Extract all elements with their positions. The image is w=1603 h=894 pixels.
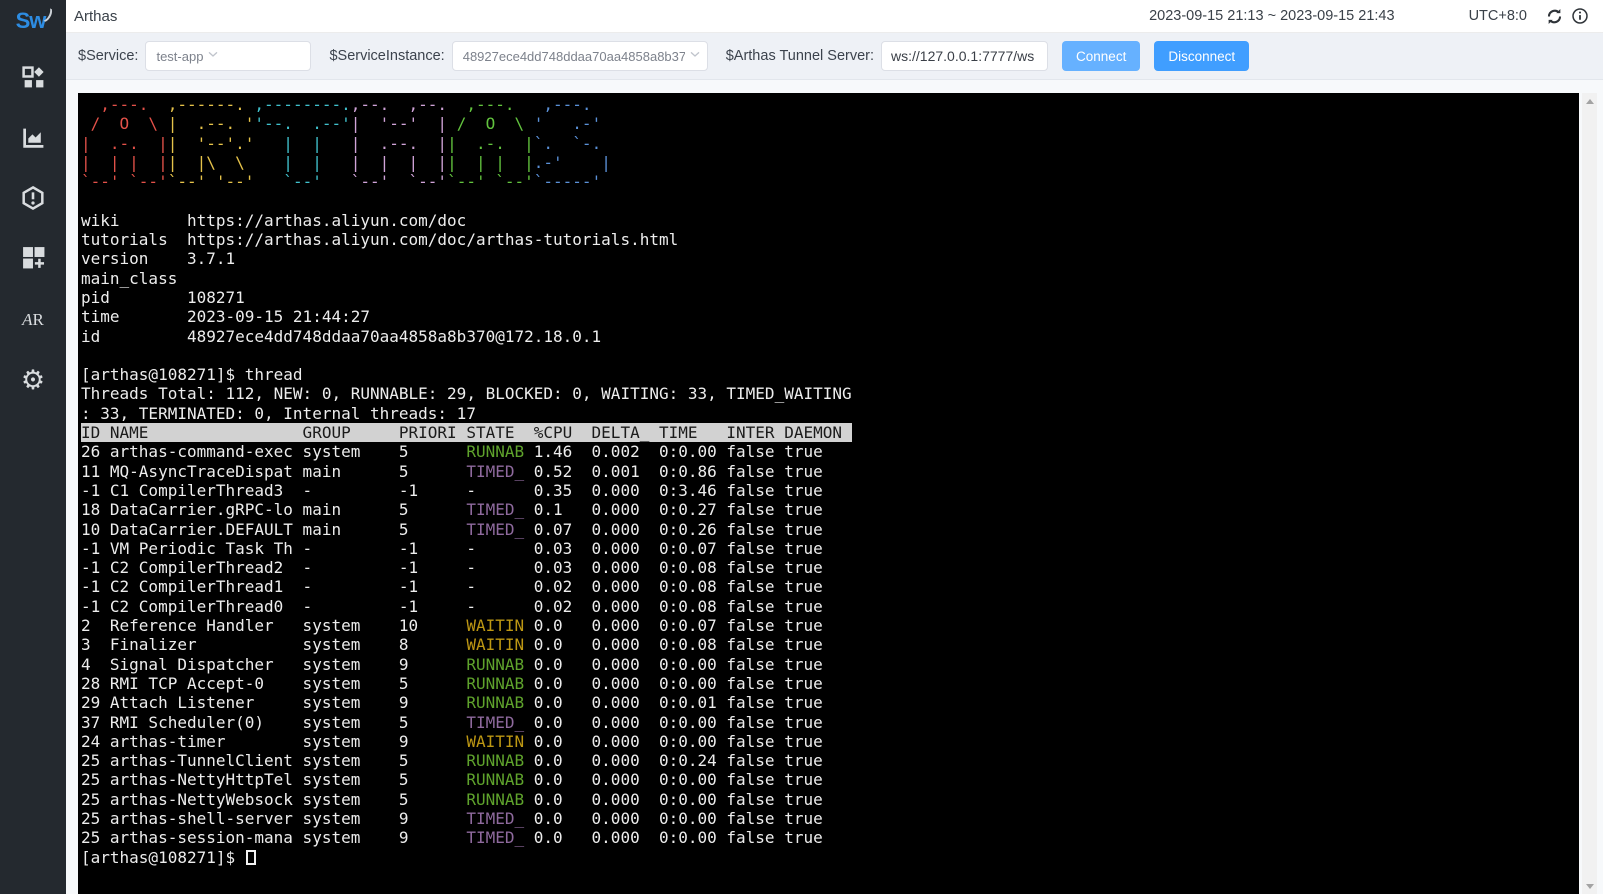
terminal-line: [arthas@108271]$	[81, 848, 1579, 867]
settings-gear-icon: ⚙	[21, 367, 45, 394]
service-instance-label: $ServiceInstance:	[329, 48, 444, 64]
terminal-line	[81, 346, 1579, 365]
terminal-line: | .-. || '--'.' | | | .--. || .-. |`. `-…	[81, 134, 1579, 153]
terminal-line: -1 VM Periodic Task Th - -1 - 0.03 0.000…	[81, 539, 1579, 558]
sidebar-nav: AR ⚙	[19, 66, 47, 394]
disconnect-button[interactable]: Disconnect	[1154, 41, 1249, 71]
service-instance-select[interactable]: 48927ece4dd748ddaa70aa4858a8b370(	[452, 41, 708, 71]
terminal-line: Threads Total: 112, NEW: 0, RUNNABLE: 29…	[81, 384, 1579, 403]
terminal-line: pid 108271	[81, 288, 1579, 307]
timezone-selector[interactable]: UTC+8:0	[1469, 8, 1527, 24]
header-right-group: 2023-09-15 21:13 ~ 2023-09-15 21:43 UTC+…	[1149, 7, 1589, 26]
service-label: $Service:	[78, 48, 138, 64]
terminal-line: main_class	[81, 269, 1579, 288]
content-area: ,---. ,------. ,--------.,--. ,--. ,---.…	[66, 80, 1603, 894]
terminal-line: id 48927ece4dd748ddaa70aa4858a8b370@172.…	[81, 327, 1579, 346]
sidebar-item-arthas[interactable]: AR	[19, 306, 47, 334]
chevron-down-icon	[205, 46, 221, 67]
connect-button[interactable]: Connect	[1062, 41, 1140, 71]
sidebar-item-alerting[interactable]	[19, 186, 47, 214]
terminal-line	[81, 191, 1579, 210]
sidebar-item-marketplace[interactable]	[19, 246, 47, 274]
terminal-line: 3 Finalizer system 8 WAITIN 0.0 0.000 0:…	[81, 635, 1579, 654]
page-title: Arthas	[74, 8, 117, 25]
arthas-icon: AR	[22, 310, 44, 330]
terminal-line: time 2023-09-15 21:44:27	[81, 307, 1579, 326]
terminal-line: ,---. ,------. ,--------.,--. ,--. ,---.…	[81, 95, 1579, 114]
terminal-line: -1 C1 CompilerThread3 - -1 - 0.35 0.000 …	[81, 481, 1579, 500]
terminal-line: : 33, TERMINATED: 0, Internal threads: 1…	[81, 404, 1579, 423]
terminal-line: version 3.7.1	[81, 249, 1579, 268]
dashboards-icon	[21, 65, 46, 95]
logo-text: Sw	[16, 8, 46, 34]
terminal-line: 24 arthas-timer system 9 WAITIN 0.0 0.00…	[81, 732, 1579, 751]
terminal-line: 26 arthas-command-exec system 5 RUNNAB 1…	[81, 442, 1579, 461]
chevron-down-icon	[687, 46, 703, 67]
terminal-scrollbar[interactable]	[1582, 93, 1597, 894]
terminal-line: / O \ | .--. ''--. .--'| '--' | / O \ ' …	[81, 114, 1579, 133]
terminal-line: ID NAME GROUP PRIORI STATE %CPU DELTA_ T…	[81, 423, 1579, 442]
scroll-up-arrow[interactable]	[1582, 93, 1597, 109]
arthas-toolbar: $Service: test-app $ServiceInstance: 489…	[66, 33, 1603, 80]
service-instance-select-value: 48927ece4dd748ddaa70aa4858a8b370(	[463, 49, 685, 64]
terminal-line: 25 arthas-shell-server system 9 TIMED_ 0…	[81, 809, 1579, 828]
alerting-icon	[20, 185, 46, 216]
terminal-line: 29 Attach Listener system 9 RUNNAB 0.0 0…	[81, 693, 1579, 712]
terminal-cursor	[246, 850, 256, 865]
terminal-line: 11 MQ-AsyncTraceDispat main 5 TIMED_ 0.5…	[81, 462, 1579, 481]
terminal-line: 10 DataCarrier.DEFAULT main 5 TIMED_ 0.0…	[81, 520, 1579, 539]
arthas-terminal[interactable]: ,---. ,------. ,--------.,--. ,--. ,---.…	[78, 93, 1579, 894]
skywalking-logo[interactable]: Sw)	[16, 8, 51, 38]
terminal-line: -1 C2 CompilerThread2 - -1 - 0.03 0.000 …	[81, 558, 1579, 577]
refresh-icon[interactable]	[1545, 7, 1564, 26]
tunnel-server-input[interactable]	[881, 41, 1048, 71]
terminal-line: 2 Reference Handler system 10 WAITIN 0.0…	[81, 616, 1579, 635]
terminal-line: -1 C2 CompilerThread0 - -1 - 0.02 0.000 …	[81, 597, 1579, 616]
terminal-line: -1 C2 CompilerThread1 - -1 - 0.02 0.000 …	[81, 577, 1579, 596]
service-select[interactable]: test-app	[145, 41, 311, 71]
terminal-line: 18 DataCarrier.gRPC-lo main 5 TIMED_ 0.1…	[81, 500, 1579, 519]
tunnel-server-label: $Arthas Tunnel Server:	[726, 48, 874, 64]
terminal-line: 25 arthas-NettyHttpTel system 5 RUNNAB 0…	[81, 770, 1579, 789]
metrics-chart-icon	[21, 125, 46, 155]
marketplace-icon	[21, 245, 46, 275]
terminal-line: tutorials https://arthas.aliyun.com/doc/…	[81, 230, 1579, 249]
terminal-line: 4 Signal Dispatcher system 9 RUNNAB 0.0 …	[81, 655, 1579, 674]
terminal-line: 25 arthas-session-mana system 9 TIMED_ 0…	[81, 828, 1579, 847]
terminal-line: | | | || |\ \ | | | | | || | | |.-' |	[81, 153, 1579, 172]
sidebar-item-metrics[interactable]	[19, 126, 47, 154]
terminal-line: 25 arthas-NettyWebsock system 5 RUNNAB 0…	[81, 790, 1579, 809]
sidebar-item-settings[interactable]: ⚙	[19, 366, 47, 394]
terminal-line: 37 RMI Scheduler(0) system 5 TIMED_ 0.0 …	[81, 713, 1579, 732]
terminal-line: wiki https://arthas.aliyun.com/doc	[81, 211, 1579, 230]
service-select-value: test-app	[156, 49, 203, 64]
sidebar-item-dashboards[interactable]	[19, 66, 47, 94]
terminal-line: `--' `--'`--' '--' `--' `--' `--'`--' `-…	[81, 172, 1579, 191]
terminal-line: 28 RMI TCP Accept-0 system 5 RUNNAB 0.0 …	[81, 674, 1579, 693]
terminal-line: [arthas@108271]$ thread	[81, 365, 1579, 384]
info-icon[interactable]	[1570, 7, 1589, 26]
terminal-line: 25 arthas-TunnelClient system 5 RUNNAB 0…	[81, 751, 1579, 770]
top-header: Arthas 2023-09-15 21:13 ~ 2023-09-15 21:…	[66, 0, 1603, 33]
scroll-down-arrow[interactable]	[1582, 878, 1597, 894]
time-range-picker[interactable]: 2023-09-15 21:13 ~ 2023-09-15 21:43	[1149, 8, 1395, 24]
sidebar: Sw)	[0, 0, 66, 894]
